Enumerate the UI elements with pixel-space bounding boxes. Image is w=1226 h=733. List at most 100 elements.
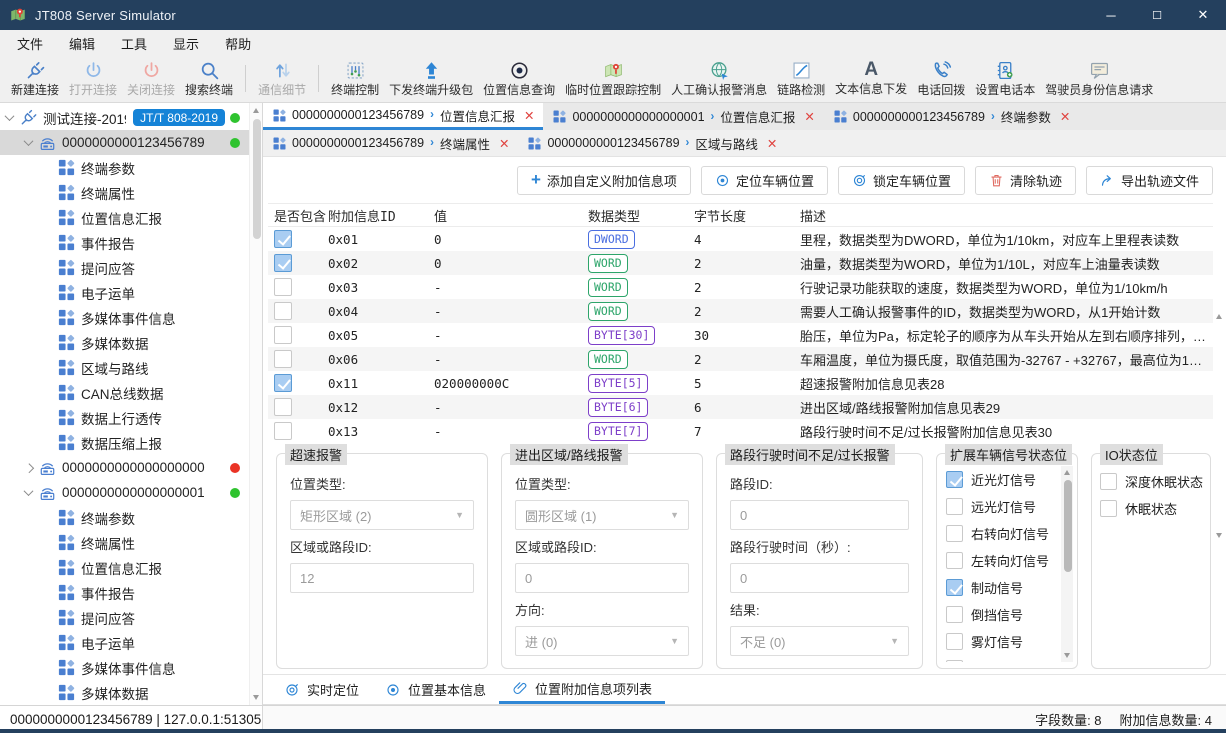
table-row[interactable]: 0x05 - BYTE[30] 30 胎压，单位为Pa，标定轮子的顺序为从车头开…	[268, 323, 1213, 347]
row-include-checkbox[interactable]	[274, 254, 292, 272]
tree-item[interactable]: 事件报告	[0, 230, 249, 255]
overspeed-area-id-input[interactable]: 12	[290, 563, 474, 593]
menu-tools[interactable]: 工具	[108, 30, 160, 57]
bottom-tab-extra-info-list[interactable]: 位置附加信息项列表	[499, 675, 665, 704]
row-include-checkbox[interactable]	[274, 374, 292, 392]
header-data-type[interactable]: 数据类型	[588, 206, 694, 225]
checkbox[interactable]	[946, 525, 963, 542]
road-time-input[interactable]: 0	[730, 563, 909, 593]
checkbox-row[interactable]: 远光灯信号	[946, 493, 1057, 520]
close-button[interactable]: ✕	[1180, 0, 1226, 30]
minimize-button[interactable]: ─	[1088, 0, 1134, 30]
tree-item[interactable]: 事件报告	[0, 580, 249, 605]
tree-item[interactable]: CAN总线数据	[0, 380, 249, 405]
tree-item[interactable]: 多媒体数据	[0, 680, 249, 705]
menu-file[interactable]: 文件	[4, 30, 56, 57]
tree-item[interactable]: 终端属性	[0, 180, 249, 205]
header-extra-info-id[interactable]: 附加信息ID	[328, 206, 434, 225]
table-row[interactable]: 0x11 020000000C BYTE[5] 5 超速报警附加信息见表28	[268, 371, 1213, 395]
row-include-checkbox[interactable]	[274, 422, 292, 440]
checkbox[interactable]	[946, 633, 963, 650]
scroll-up-icon[interactable]	[253, 108, 259, 113]
table-row[interactable]: 0x03 - WORD 2 行驶记录功能获取的速度，数据类型为WORD，单位为1…	[268, 275, 1213, 299]
scrollbar-thumb[interactable]	[1064, 480, 1072, 572]
menu-help[interactable]: 帮助	[212, 30, 264, 57]
checkbox[interactable]	[946, 471, 963, 488]
tab-area-route[interactable]: 0000000000123456789 › 区域与路线 ✕	[518, 130, 786, 156]
tab-terminal-attrs[interactable]: 0000000000123456789 › 终端属性 ✕	[263, 130, 518, 156]
result-select[interactable]: 不足 (0) ▼	[730, 626, 909, 656]
table-row[interactable]: 0x01 0 DWORD 4 里程，数据类型为DWORD，单位为1/10km，对…	[268, 227, 1213, 251]
toolbar-set-phonebook[interactable]: 设置电话本	[970, 58, 1040, 99]
signals-scrollbar[interactable]	[1061, 466, 1073, 662]
checkbox-row[interactable]: 休眠状态	[1100, 495, 1202, 522]
checkbox[interactable]	[946, 660, 963, 662]
expander-chevron-icon[interactable]	[5, 111, 15, 121]
header-description[interactable]: 描述	[800, 206, 1213, 225]
tree-item[interactable]: 0000000000123456789	[0, 130, 249, 155]
overspeed-position-type-select[interactable]: 矩形区域 (2) ▼	[290, 500, 474, 530]
tree-item[interactable]: 0000000000000000001	[0, 480, 249, 505]
menu-edit[interactable]: 编辑	[56, 30, 108, 57]
row-include-checkbox[interactable]	[274, 326, 292, 344]
tree-item[interactable]: 终端参数	[0, 155, 249, 180]
scroll-down-icon[interactable]	[1064, 653, 1070, 658]
sidebar-scrollbar[interactable]	[249, 103, 262, 705]
tree-item[interactable]: 提问应答	[0, 255, 249, 280]
tab-close-icon[interactable]: ✕	[1060, 109, 1070, 124]
tree-item[interactable]: 位置信息汇报	[0, 205, 249, 230]
tab-close-icon[interactable]: ✕	[524, 108, 534, 123]
tree-item[interactable]: 多媒体事件信息	[0, 655, 249, 680]
checkbox-row[interactable]: 倒挡信号	[946, 601, 1057, 628]
menu-view[interactable]: 显示	[160, 30, 212, 57]
expander-chevron-icon[interactable]	[24, 486, 34, 496]
checkbox-row[interactable]: 近光灯信号	[946, 466, 1057, 493]
toolbar-text-send[interactable]: A 文本信息下发	[830, 58, 912, 99]
toolbar-location-query[interactable]: 位置信息查询	[478, 58, 560, 99]
toolbar-send-upgrade-package[interactable]: 下发终端升级包	[384, 58, 478, 99]
lock-vehicle-button[interactable]: 锁定车辆位置	[838, 166, 965, 195]
toolbar-search-terminal[interactable]: 搜索终端	[180, 58, 238, 99]
tree-item[interactable]: 电子运单	[0, 280, 249, 305]
expander-chevron-icon[interactable]	[24, 136, 34, 146]
tab-location-report-2[interactable]: 0000000000000000001 › 位置信息汇报 ✕	[543, 103, 823, 130]
road-id-input[interactable]: 0	[730, 500, 909, 530]
export-track-button[interactable]: 导出轨迹文件	[1086, 166, 1213, 195]
tree-item[interactable]: 数据压缩上报	[0, 430, 249, 455]
row-include-checkbox[interactable]	[274, 230, 292, 248]
toolbar-link-test[interactable]: 链路检测	[772, 58, 830, 99]
scroll-down-icon[interactable]	[253, 695, 259, 700]
tree-item[interactable]: 数据上行透传	[0, 405, 249, 430]
tab-close-icon[interactable]: ✕	[499, 136, 509, 151]
tree-item[interactable]: 提问应答	[0, 605, 249, 630]
toolbar-driver-id-request[interactable]: 驾驶员身份信息请求	[1040, 58, 1158, 99]
header-include[interactable]: 是否包含	[268, 206, 328, 225]
maximize-button[interactable]: ☐	[1134, 0, 1180, 30]
tree-item[interactable]: 多媒体事件信息	[0, 305, 249, 330]
tree-item[interactable]: 位置信息汇报	[0, 555, 249, 580]
direction-select[interactable]: 进 (0) ▼	[515, 626, 689, 656]
locate-vehicle-button[interactable]: 定位车辆位置	[701, 166, 828, 195]
table-row[interactable]: 0x06 - WORD 2 车厢温度，单位为摄氏度，取值范围为-32767 - …	[268, 347, 1213, 371]
scroll-up-icon[interactable]	[1216, 314, 1222, 319]
bottom-tab-basic-info[interactable]: 位置基本信息	[372, 675, 499, 704]
row-include-checkbox[interactable]	[274, 398, 292, 416]
toolbar-comm-detail[interactable]: 通信细节	[253, 58, 311, 99]
area-id-input[interactable]: 0	[515, 563, 689, 593]
checkbox-row[interactable]: 左转向灯信号	[946, 547, 1057, 574]
scrollbar-thumb[interactable]	[253, 119, 261, 239]
toolbar-terminal-control[interactable]: 终端控制	[326, 58, 384, 99]
checkbox-row[interactable]: 右转向灯信号	[946, 520, 1057, 547]
tree-item[interactable]: 区域与路线	[0, 355, 249, 380]
tree-item[interactable]: 终端参数	[0, 505, 249, 530]
tree-item[interactable]: 0000000000000000000	[0, 455, 249, 480]
tree-item[interactable]: 多媒体数据	[0, 330, 249, 355]
toolbar-open-connection[interactable]: 打开连接	[64, 58, 122, 99]
checkbox[interactable]	[946, 498, 963, 515]
tree-item[interactable]: 电子运单	[0, 630, 249, 655]
table-row[interactable]: 0x13 - BYTE[7] 7 路段行驶时间不足/过长报警附加信息见表30	[268, 419, 1213, 443]
row-include-checkbox[interactable]	[274, 302, 292, 320]
table-scrollbar[interactable]	[1213, 306, 1226, 546]
row-include-checkbox[interactable]	[274, 278, 292, 296]
toolbar-phone-callback[interactable]: 电话回拨	[912, 58, 970, 99]
